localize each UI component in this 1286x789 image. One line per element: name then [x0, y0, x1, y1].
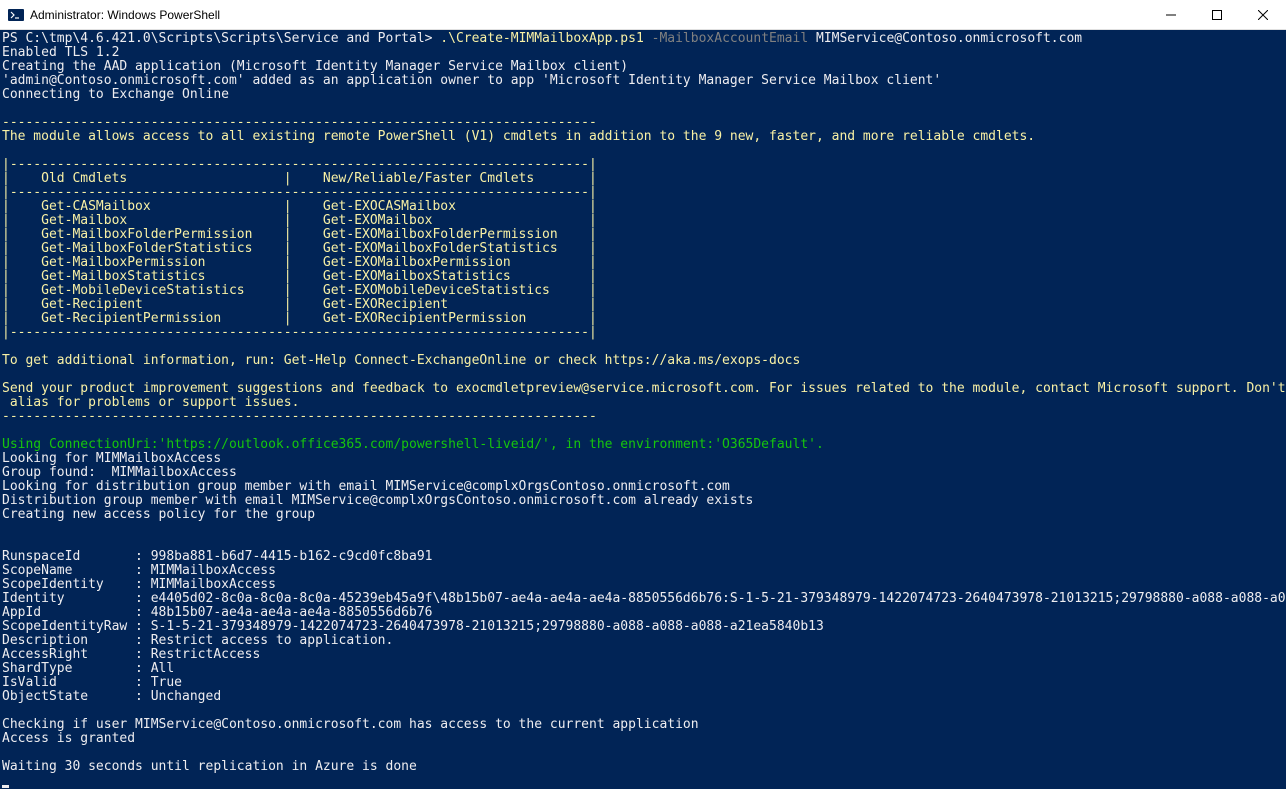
table-row: | Get-Recipient | Get-EXORecipient |: [2, 297, 597, 312]
powershell-icon: [8, 7, 24, 23]
close-icon: [1258, 10, 1268, 20]
output-line: alias for problems or support issues.: [2, 395, 299, 410]
output-line: Looking for MIMMailboxAccess: [2, 451, 221, 466]
terminal-cursor: [2, 785, 9, 788]
output-line: Creating new access policy for the group: [2, 507, 315, 522]
table-row: | Get-CASMailbox | Get-EXOCASMailbox |: [2, 199, 597, 214]
output-line: Checking if user MIMService@Contoso.onmi…: [2, 717, 699, 732]
output-divider: ----------------------------------------…: [2, 409, 597, 424]
minimize-icon: [1166, 10, 1176, 20]
table-row: | Get-MailboxPermission | Get-EXOMailbox…: [2, 255, 597, 270]
output-line: Send your product improvement suggestion…: [2, 381, 1286, 396]
table-border: |---------------------------------------…: [2, 157, 597, 172]
property-line: Description : Restrict access to applica…: [2, 633, 393, 648]
table-row: | Get-MailboxFolderPermission | Get-EXOM…: [2, 227, 597, 242]
property-line: AppId : 48b15b07-ae4a-ae4a-ae4a-8850556d…: [2, 605, 432, 620]
output-line: Enabled TLS 1.2: [2, 45, 119, 60]
property-line: IsValid : True: [2, 675, 182, 690]
property-line: ShardType : All: [2, 661, 174, 676]
maximize-button[interactable]: [1194, 0, 1240, 29]
minimize-button[interactable]: [1148, 0, 1194, 29]
table-row: | Get-Mailbox | Get-EXOMailbox |: [2, 213, 597, 228]
output-divider: ----------------------------------------…: [2, 115, 597, 130]
table-border: |---------------------------------------…: [2, 185, 597, 200]
output-line: Distribution group member with email MIM…: [2, 493, 753, 508]
maximize-icon: [1212, 10, 1222, 20]
property-line: ScopeName : MIMMailboxAccess: [2, 563, 276, 578]
output-line: Using ConnectionUri:'https://outlook.off…: [2, 437, 824, 452]
command-user: .\Create-MIMMailboxApp.ps1: [440, 31, 651, 46]
output-line: Waiting 30 seconds until replication in …: [2, 759, 417, 774]
table-border: |---------------------------------------…: [2, 325, 597, 340]
output-line: Looking for distribution group member wi…: [2, 479, 730, 494]
command-param-name: -MailboxAccountEmail: [652, 31, 816, 46]
output-line: 'admin@Contoso.onmicrosoft.com' added as…: [2, 73, 941, 88]
output-line: Connecting to Exchange Online: [2, 87, 229, 102]
output-line: The module allows access to all existing…: [2, 129, 1035, 144]
command-param-value: MIMService@Contoso.onmicrosoft.com: [816, 31, 1082, 46]
terminal-output[interactable]: PS C:\tmp\4.6.421.0\Scripts\Scripts\Serv…: [0, 30, 1286, 789]
output-line: Access is granted: [2, 731, 135, 746]
property-line: ObjectState : Unchanged: [2, 689, 221, 704]
property-line: RunspaceId : 998ba881-b6d7-4415-b162-c9c…: [2, 549, 432, 564]
property-line: Identity : e4405d02-8c0a-8c0a-8c0a-45239…: [2, 591, 1286, 606]
close-button[interactable]: [1240, 0, 1286, 29]
output-line: To get additional information, run: Get-…: [2, 353, 800, 368]
window-titlebar: Administrator: Windows PowerShell: [0, 0, 1286, 30]
output-line: Creating the AAD application (Microsoft …: [2, 59, 628, 74]
table-row: | Get-MobileDeviceStatistics | Get-EXOMo…: [2, 283, 597, 298]
output-line: Group found: MIMMailboxAccess: [2, 465, 237, 480]
table-row: | Get-MailboxStatistics | Get-EXOMailbox…: [2, 269, 597, 284]
window-title: Administrator: Windows PowerShell: [30, 8, 1148, 22]
table-row: | Get-RecipientPermission | Get-EXORecip…: [2, 311, 597, 326]
table-header: | Old Cmdlets | New/Reliable/Faster Cmdl…: [2, 171, 597, 186]
prompt-path: PS C:\tmp\4.6.421.0\Scripts\Scripts\Serv…: [2, 31, 440, 46]
property-line: AccessRight : RestrictAccess: [2, 647, 260, 662]
table-row: | Get-MailboxFolderStatistics | Get-EXOM…: [2, 241, 597, 256]
window-controls: [1148, 0, 1286, 29]
property-line: ScopeIdentity : MIMMailboxAccess: [2, 577, 276, 592]
property-line: ScopeIdentityRaw : S-1-5-21-379348979-14…: [2, 619, 824, 634]
